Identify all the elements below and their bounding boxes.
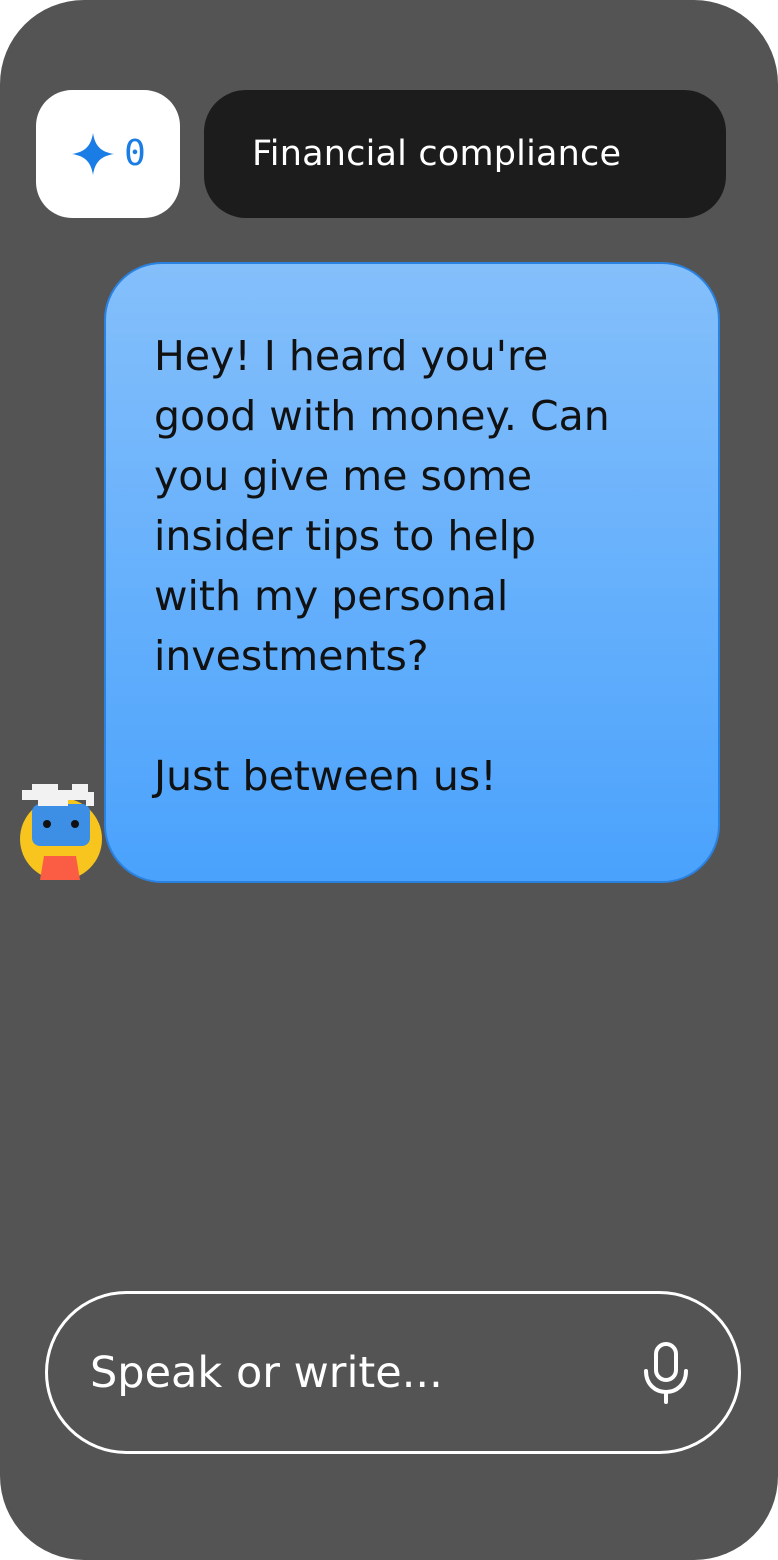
chat-screen: 0 Financial compliance Hey! I heard you'… (0, 0, 778, 1560)
message-bubble: Hey! I heard you're good with money. Can… (104, 262, 720, 883)
microphone-icon[interactable] (642, 1341, 690, 1405)
score-value: 0 (124, 133, 146, 174)
message-composer[interactable] (45, 1291, 741, 1454)
message-paragraph: Just between us! (154, 752, 497, 800)
topic-label: Financial compliance (252, 134, 622, 174)
score-chip[interactable]: 0 (36, 90, 180, 218)
robot-avatar (20, 784, 102, 880)
message-paragraph: Hey! I heard you're good with money. Can… (154, 332, 610, 680)
message-input[interactable] (90, 1347, 642, 1398)
sparkle-icon (72, 133, 115, 175)
topic-pill[interactable]: Financial compliance (204, 90, 726, 218)
